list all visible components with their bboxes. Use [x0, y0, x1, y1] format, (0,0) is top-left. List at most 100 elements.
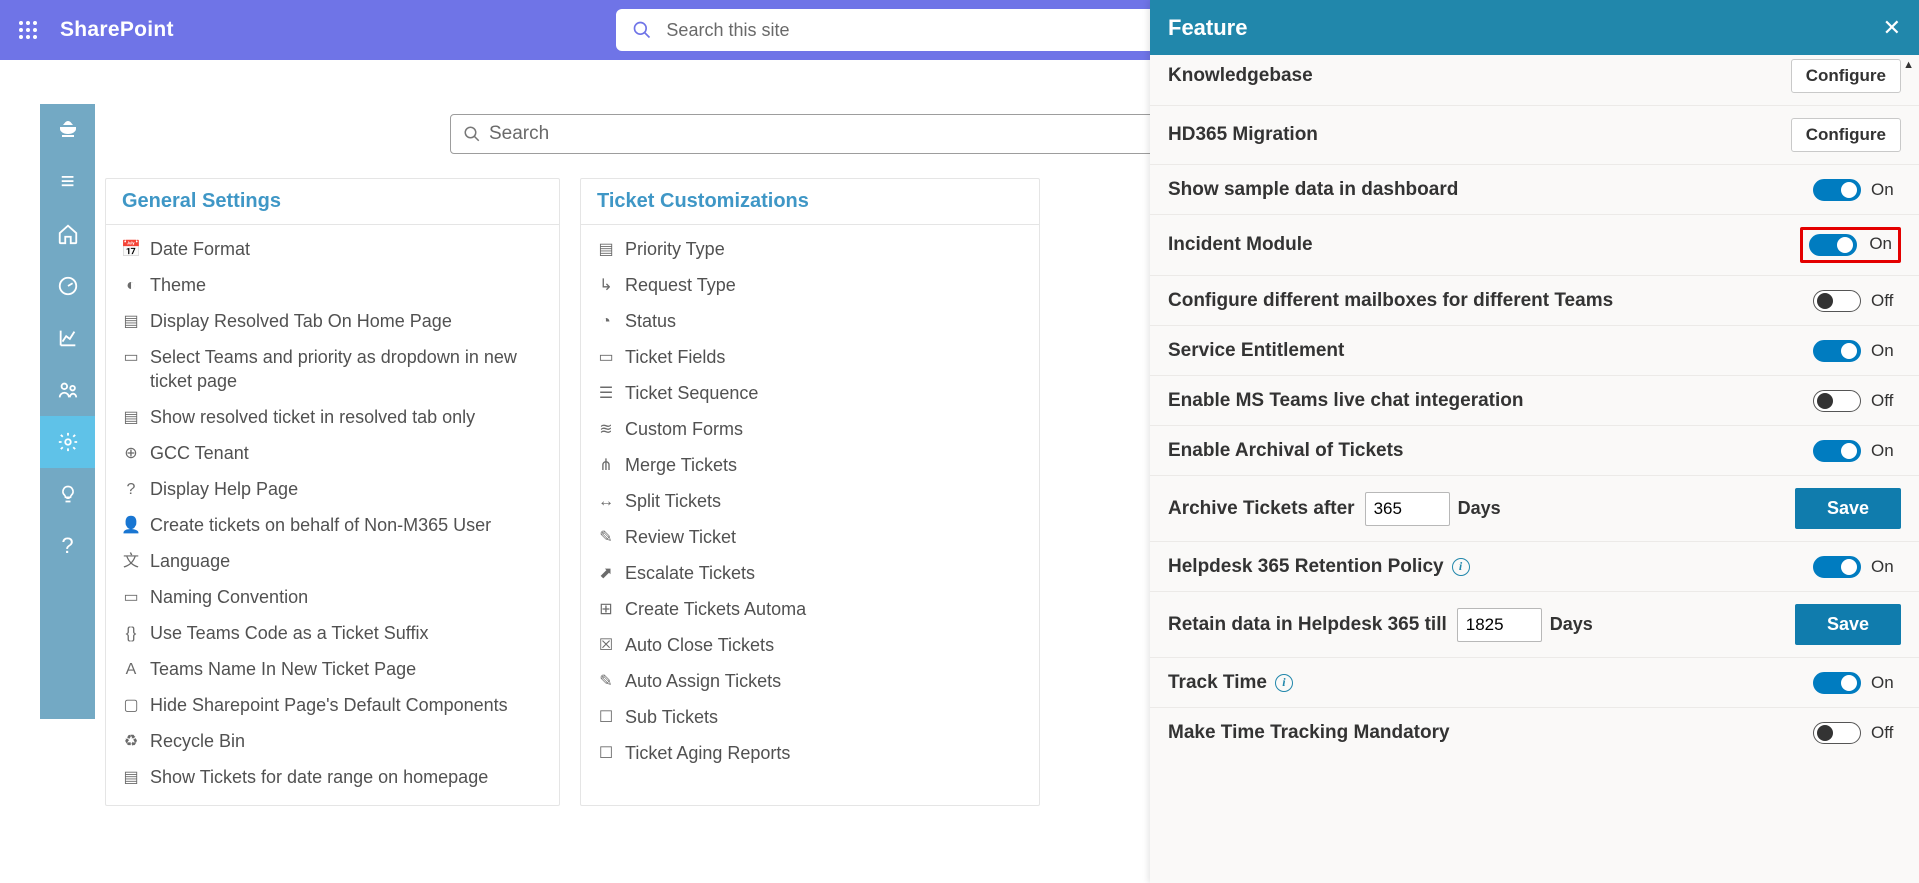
merge-icon: ⋔ — [597, 455, 615, 477]
rail-chart-button[interactable] — [40, 312, 95, 364]
rail-settings-button[interactable] — [40, 416, 95, 468]
toggle-retention[interactable] — [1813, 556, 1861, 578]
toggle-state-label: Off — [1871, 723, 1901, 743]
ticket-item[interactable]: ☐Ticket Aging Reports — [593, 735, 1029, 771]
setting-item[interactable]: ▭Select Teams and priority as dropdown i… — [118, 339, 549, 399]
request-icon: ↳ — [597, 275, 615, 297]
sequence-icon: ☰ — [597, 383, 615, 405]
ticket-item[interactable]: ▭Ticket Fields — [593, 339, 1029, 375]
toggle-teams-chat[interactable] — [1813, 390, 1861, 412]
feature-label: Show sample data in dashboard — [1168, 179, 1458, 201]
days-label: Days — [1458, 498, 1501, 519]
rail-idea-button[interactable] — [40, 468, 95, 520]
toggle-entitlement[interactable] — [1813, 340, 1861, 362]
setting-item[interactable]: ♻Recycle Bin — [118, 723, 549, 759]
rail-people-button[interactable] — [40, 364, 95, 416]
setting-item[interactable]: ▤Display Resolved Tab On Home Page — [118, 303, 549, 339]
setting-item[interactable]: ▤Show Tickets for date range on homepage — [118, 759, 549, 795]
ticket-item[interactable]: ↔Split Tickets — [593, 483, 1029, 519]
feature-panel: Feature ✕ ▲ Knowledgebase Configure HD36… — [1150, 0, 1919, 883]
close-panel-button[interactable]: ✕ — [1883, 15, 1901, 41]
setting-item[interactable]: 📅Date Format — [118, 231, 549, 267]
toggle-state-label: On — [1871, 557, 1901, 577]
feature-row-mandatory: Make Time Tracking Mandatory Off — [1150, 708, 1919, 758]
site-search-placeholder: Search this site — [666, 20, 789, 41]
feature-label: Incident Module — [1168, 234, 1313, 256]
priority-icon: ▤ — [597, 239, 615, 261]
toggle-sample-data[interactable] — [1813, 179, 1861, 201]
feature-row-knowledgebase: Knowledgebase Configure — [1150, 55, 1919, 106]
rail-hamburger-button[interactable]: ≡ — [40, 156, 95, 208]
info-icon[interactable]: i — [1452, 558, 1470, 576]
ticket-item[interactable]: ☐Sub Tickets — [593, 699, 1029, 735]
ticket-item[interactable]: ↳Request Type — [593, 267, 1029, 303]
ticket-item[interactable]: ⊞Create Tickets Automa — [593, 591, 1029, 627]
rail-handshake-icon[interactable] — [40, 104, 95, 156]
toggle-state-label: Off — [1871, 391, 1901, 411]
toggle-state-label: On — [1871, 180, 1901, 200]
split-icon: ↔ — [597, 491, 615, 513]
hide-icon: ▢ — [122, 695, 140, 717]
ticket-item[interactable]: ◔Status — [593, 303, 1029, 339]
highlight-box: On — [1800, 227, 1901, 263]
fields-icon: ▭ — [597, 347, 615, 369]
search-icon — [632, 20, 652, 40]
feature-row-entitlement: Service Entitlement On — [1150, 326, 1919, 376]
feature-row-incident-module: Incident Module On — [1150, 215, 1919, 276]
rail-home-button[interactable] — [40, 208, 95, 260]
ticket-item[interactable]: ≋Custom Forms — [593, 411, 1029, 447]
feature-row-retention: Helpdesk 365 Retention Policyi On — [1150, 542, 1919, 592]
escalate-icon: ⬈ — [597, 563, 615, 585]
question-icon: ? — [61, 533, 73, 559]
toggle-track-time[interactable] — [1813, 672, 1861, 694]
toggle-mailboxes[interactable] — [1813, 290, 1861, 312]
setting-item[interactable]: ATeams Name In New Ticket Page — [118, 651, 549, 687]
language-icon: 文 — [122, 551, 140, 573]
feature-label: Track Timei — [1168, 672, 1293, 694]
ticket-item[interactable]: ☒Auto Close Tickets — [593, 627, 1029, 663]
feature-label: Configure different mailboxes for differ… — [1168, 290, 1613, 312]
apps-grid-icon — [18, 20, 38, 40]
setting-item[interactable]: ▭Naming Convention — [118, 579, 549, 615]
ticket-item[interactable]: ⋔Merge Tickets — [593, 447, 1029, 483]
ticket-item[interactable]: ☰Ticket Sequence — [593, 375, 1029, 411]
rail-dashboard-button[interactable] — [40, 260, 95, 312]
toggle-archival[interactable] — [1813, 440, 1861, 462]
toggle-mandatory[interactable] — [1813, 722, 1861, 744]
archive-days-input[interactable] — [1365, 492, 1450, 526]
ticket-item[interactable]: ⬈Escalate Tickets — [593, 555, 1029, 591]
setting-item[interactable]: ?Display Help Page — [118, 471, 549, 507]
assign-icon: ✎ — [597, 671, 615, 693]
feature-row-track-time: Track Timei On — [1150, 658, 1919, 708]
save-button[interactable]: Save — [1795, 488, 1901, 529]
ticket-item[interactable]: ✎Auto Assign Tickets — [593, 663, 1029, 699]
sub-icon: ☐ — [597, 707, 615, 729]
info-icon[interactable]: i — [1275, 674, 1293, 692]
save-button[interactable]: Save — [1795, 604, 1901, 645]
setting-item[interactable]: ◐Theme — [118, 267, 549, 303]
setting-item[interactable]: ▢Hide Sharepoint Page's Default Componen… — [118, 687, 549, 723]
feature-row-mailboxes: Configure different mailboxes for differ… — [1150, 276, 1919, 326]
setting-item[interactable]: {}Use Teams Code as a Ticket Suffix — [118, 615, 549, 651]
configure-button[interactable]: Configure — [1791, 59, 1901, 93]
setting-item[interactable]: ▤Show resolved ticket in resolved tab on… — [118, 399, 549, 435]
ticket-item[interactable]: ▤Priority Type — [593, 231, 1029, 267]
rail-help-button[interactable]: ? — [40, 520, 95, 572]
ticket-item[interactable]: ✎Review Ticket — [593, 519, 1029, 555]
toggle-incident-module[interactable] — [1809, 234, 1857, 256]
user-icon: 👤 — [122, 515, 140, 537]
ticket-customizations-card: Ticket Customizations ▤Priority Type ↳Re… — [580, 178, 1040, 806]
recycle-icon: ♻ — [122, 731, 140, 753]
toggle-state-label: On — [1871, 341, 1901, 361]
feature-row-teams-chat: Enable MS Teams live chat integeration O… — [1150, 376, 1919, 426]
setting-item[interactable]: ⊕GCC Tenant — [118, 435, 549, 471]
content-search-placeholder: Search — [489, 123, 549, 145]
setting-item[interactable]: 文Language — [118, 543, 549, 579]
app-launcher-button[interactable] — [0, 0, 55, 60]
close-icon: ☒ — [597, 635, 615, 657]
retain-days-input[interactable] — [1457, 608, 1542, 642]
setting-item[interactable]: 👤Create tickets on behalf of Non-M365 Us… — [118, 507, 549, 543]
scroll-up-arrow-icon[interactable]: ▲ — [1903, 59, 1914, 71]
report-icon: ☐ — [597, 743, 615, 765]
configure-button[interactable]: Configure — [1791, 118, 1901, 152]
